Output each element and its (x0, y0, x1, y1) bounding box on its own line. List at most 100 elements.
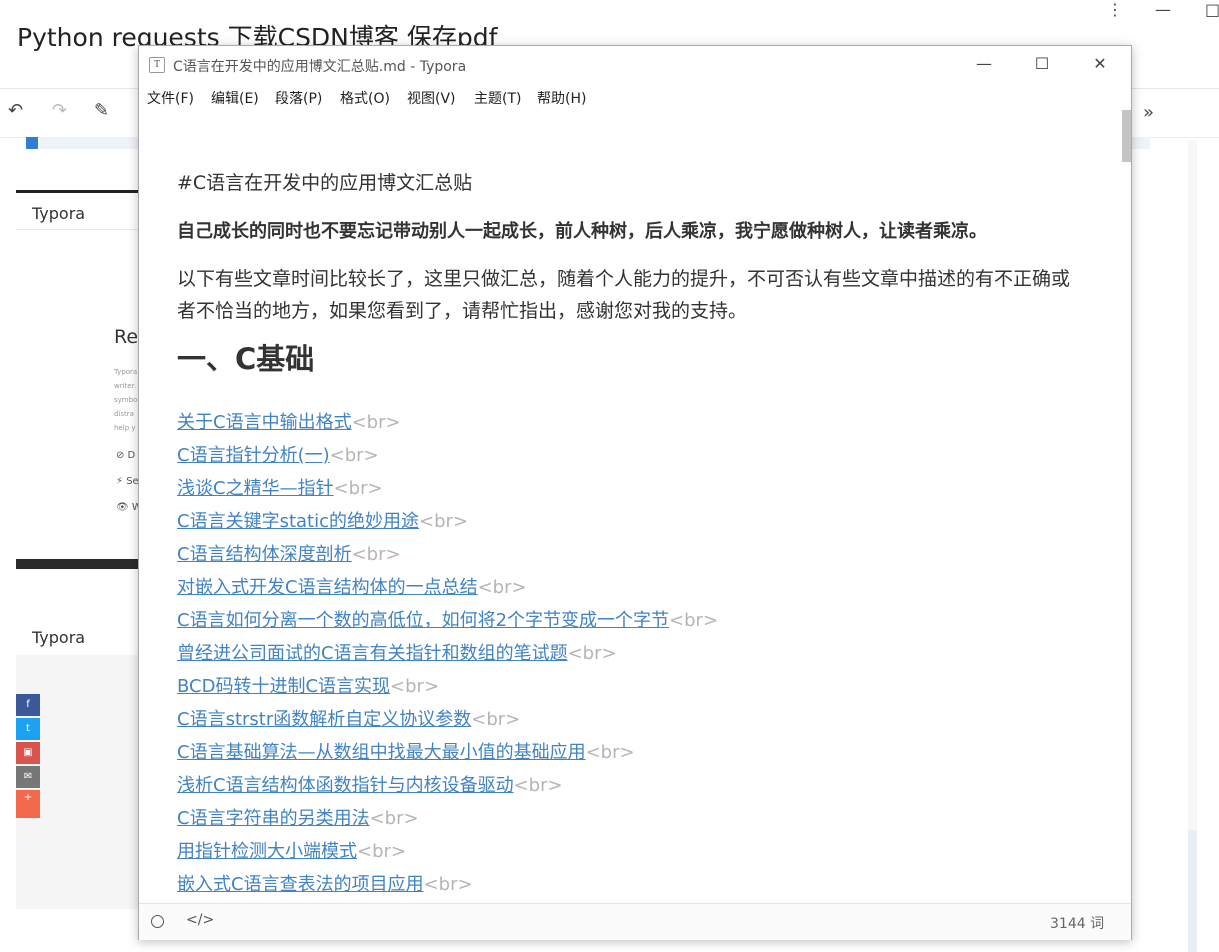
br-tag: <br> (513, 775, 563, 796)
list-item: 关于C语言中输出格式<br> (177, 406, 718, 439)
br-tag: <br> (357, 841, 406, 862)
editor-scrollbar-thumb[interactable] (1122, 110, 1131, 162)
article-link[interactable]: 浅析C语言结构体函数指针与内核设备驱动 (177, 775, 514, 796)
list-item: 对嵌入式开发C语言结构体的一点总结<br> (177, 571, 718, 604)
menu-edit[interactable]: 编辑(E) (211, 88, 259, 108)
article-link[interactable]: C语言strstr函数解析自定义协议参数 (177, 709, 471, 730)
menu-theme[interactable]: 主题(T) (474, 88, 521, 108)
menu-help[interactable]: 帮助(H) (537, 88, 586, 108)
br-tag: <br> (351, 544, 401, 565)
weibo-share-icon[interactable]: ▣ (16, 742, 40, 764)
maximize-button[interactable]: ☐ (1013, 46, 1071, 82)
doc-heading-line: #C语言在开发中的应用博文汇总贴 (177, 172, 473, 194)
section-title: 一、C基础 (177, 342, 315, 376)
list-item: 浅谈C之精华—指针<br> (177, 472, 718, 505)
facebook-share-icon[interactable]: f (16, 694, 40, 716)
br-tag: <br> (333, 478, 383, 499)
list-item: C语言关键字static的绝妙用途<br> (177, 505, 718, 538)
article-link[interactable]: C语言字符串的另类用法 (177, 808, 370, 829)
minimize-button[interactable]: — (955, 46, 1013, 82)
menu-view[interactable]: 视图(V) (407, 88, 456, 108)
list-item: C语言如何分离一个数的高低位，如何将2个字节变成一个字节<br> (177, 604, 718, 637)
section-rule (16, 190, 140, 193)
article-link[interactable]: 曾经进公司面试的C语言有关指针和数组的笔试题 (177, 643, 568, 664)
br-tag: <br> (669, 610, 719, 631)
document-editor[interactable]: #C语言在开发中的应用博文汇总贴 自己成长的同时也不要忘记带动别人一起成长，前人… (139, 110, 1121, 903)
page-scrollbar[interactable] (1188, 830, 1197, 952)
eraser-icon[interactable]: ✎ (94, 100, 109, 121)
sidebar-divider (16, 229, 140, 230)
br-tag: <br> (329, 445, 379, 466)
list-item: C语言字符串的另类用法<br> (177, 802, 718, 835)
br-tag: <br> (423, 874, 473, 895)
redo-icon[interactable]: ↷ (52, 100, 67, 121)
menu-file[interactable]: 文件(F) (147, 88, 194, 108)
list-item: 浅析C语言结构体函数指针与内核设备驱动<br> (177, 769, 718, 802)
article-link[interactable]: 浅谈C之精华—指针 (177, 478, 334, 499)
status-bar: </> 3144 词 (139, 903, 1131, 940)
menu-bar: 文件(F) 编辑(E) 段落(P) 格式(O) 视图(V) 主题(T) 帮助(H… (139, 84, 1131, 110)
title-bar[interactable]: T C语言在开发中的应用博文汇总贴.md - Typora — ☐ ✕ (139, 46, 1131, 82)
br-tag: <br> (419, 511, 468, 532)
list-item: C语言结构体深度剖析<br> (177, 538, 718, 571)
list-item: 嵌入式C语言查表法的项目应用<br> (177, 868, 718, 901)
page-scroll-track (1188, 140, 1197, 830)
more-share-icon[interactable]: + (16, 790, 40, 818)
article-link[interactable]: C语言关键字static的绝妙用途 (177, 511, 419, 532)
preview-text-line: Typora (114, 368, 138, 376)
word-count: 3144 词 (1050, 916, 1105, 932)
maximize-icon[interactable]: □ (1205, 0, 1219, 19)
window-title: C语言在开发中的应用博文汇总贴.md - Typora (173, 59, 467, 75)
list-item: 曾经进公司面试的C语言有关指针和数组的笔试题<br> (177, 637, 718, 670)
outline-toggle-icon[interactable] (151, 915, 164, 928)
preview-heading: Re (114, 326, 139, 348)
article-link[interactable]: 用指针检测大小端模式 (177, 841, 357, 862)
preview-text-line: distra (114, 410, 134, 418)
source-mode-icon[interactable]: </> (186, 912, 214, 928)
blue-marker (26, 137, 38, 149)
close-button[interactable]: ✕ (1071, 46, 1129, 82)
br-tag: <br> (369, 808, 419, 829)
article-link[interactable]: C语言指针分析(一) (177, 445, 330, 466)
article-link[interactable]: 对嵌入式开发C语言结构体的一点总结 (177, 577, 478, 598)
typora-window: T C语言在开发中的应用博文汇总贴.md - Typora — ☐ ✕ 文件(F… (138, 45, 1132, 940)
article-link-list: 关于C语言中输出格式<br> C语言指针分析(一)<br> 浅谈C之精华—指针<br… (177, 406, 718, 901)
toolbar-more-icon[interactable]: » (1143, 102, 1154, 123)
minimize-icon[interactable]: — (1155, 0, 1171, 19)
article-link[interactable]: 嵌入式C语言查表法的项目应用 (177, 874, 424, 895)
preview-text-line: help y (114, 424, 136, 432)
list-item: C语言strstr函数解析自定义协议参数<br> (177, 703, 718, 736)
preview-feature-icon: ⊘ D (116, 450, 136, 461)
editor-scroll-track (1122, 110, 1131, 903)
br-tag: <br> (390, 676, 440, 697)
doc-paragraph: 以下有些文章时间比较长了，这里只做汇总，随着个人能力的提升，不可否认有些文章中描… (177, 268, 1071, 322)
article-link[interactable]: 关于C语言中输出格式 (177, 412, 352, 433)
br-tag: <br> (351, 412, 401, 433)
br-tag: <br> (585, 742, 635, 763)
article-link[interactable]: C语言如何分离一个数的高低位，如何将2个字节变成一个字节 (177, 610, 669, 631)
article-link[interactable]: C语言基础算法—从数组中找最大最小值的基础应用 (177, 742, 586, 763)
article-link[interactable]: BCD码转十进制C语言实现 (177, 676, 390, 697)
list-item: BCD码转十进制C语言实现<br> (177, 670, 718, 703)
list-item: 用指针检测大小端模式<br> (177, 835, 718, 868)
preview-feature-icon: ⚡ Se (116, 476, 139, 487)
list-item: C语言指针分析(一)<br> (177, 439, 718, 472)
more-options-icon[interactable]: ⋮ (1107, 0, 1123, 19)
twitter-share-icon[interactable]: t (16, 718, 40, 740)
sidebar-label-typora: Typora (32, 204, 86, 223)
mail-share-icon[interactable]: ✉ (16, 766, 40, 788)
doc-bold-line: 自己成长的同时也不要忘记带动别人一起成长，前人种树，后人乘凉，我宁愿做种树人，让… (177, 221, 987, 242)
typora-app-icon: T (149, 57, 165, 73)
undo-icon[interactable]: ↶ (8, 100, 23, 121)
br-tag: <br> (477, 577, 527, 598)
list-item: C语言基础算法—从数组中找最大最小值的基础应用<br> (177, 736, 718, 769)
screenshot-taskbar (16, 559, 140, 569)
preview-text-line: writer. (114, 382, 137, 390)
br-tag: <br> (471, 709, 521, 730)
menu-format[interactable]: 格式(O) (340, 88, 390, 108)
article-link[interactable]: C语言结构体深度剖析 (177, 544, 352, 565)
sidebar-label-typora: Typora (32, 628, 86, 647)
br-tag: <br> (567, 643, 617, 664)
preview-text-line: symbo (114, 396, 138, 404)
menu-paragraph[interactable]: 段落(P) (275, 88, 322, 108)
